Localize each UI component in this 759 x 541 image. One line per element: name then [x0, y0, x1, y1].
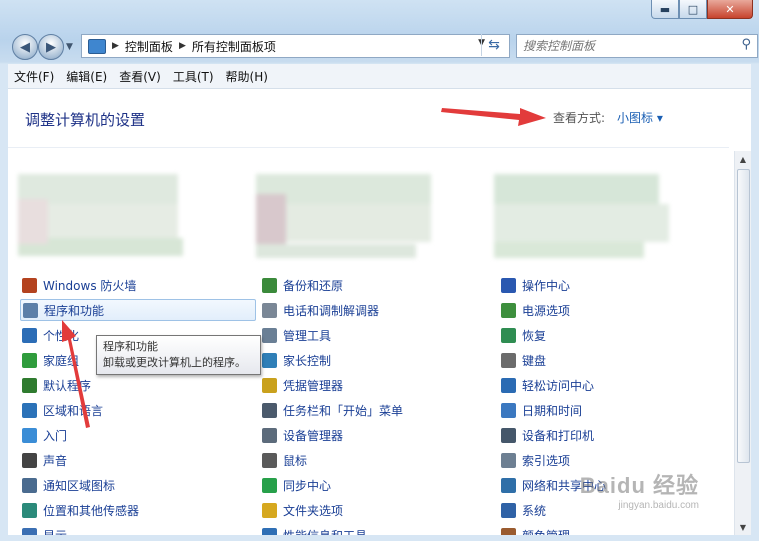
arrow-to-view-by	[441, 108, 546, 126]
annotation-arrows	[62, 108, 546, 428]
control-panel-window: ▬ □ ✕ ◀ ▶ ▼ ▶ 控制面板 ▶ 所有控制面板项 ▼ ⇆ ⚲ 文件(F)…	[0, 0, 759, 541]
arrow-to-programs	[62, 320, 90, 428]
